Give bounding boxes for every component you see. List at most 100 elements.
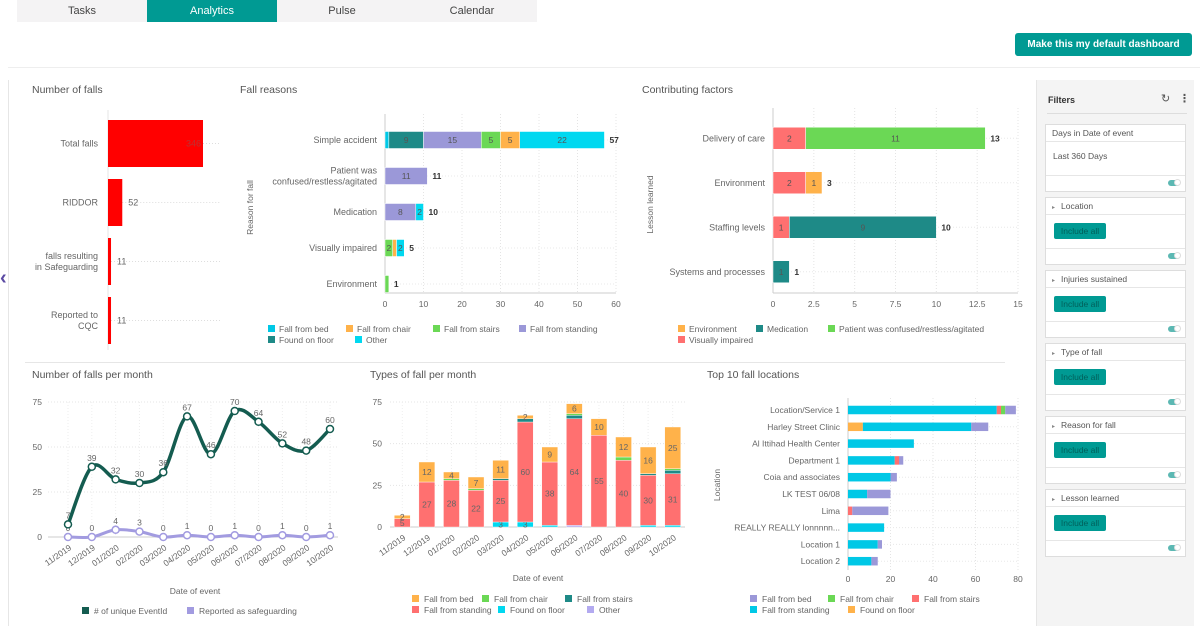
category-label: CQC [78,321,99,331]
legend-item-fall-from-stairs: Fall from stairs [444,324,500,334]
data-label: 1 [328,521,333,531]
expand-caret-icon[interactable]: ▸ [1052,205,1055,211]
make-default-dashboard-button[interactable]: Make this my default dashboard [1015,33,1192,56]
filters-panel: Filters ↻ ⋮ Days in Date of event Last 36… [1036,80,1194,626]
data-label: 67 [182,402,192,412]
bar-segment-fall-from-stairs-2 [996,405,1001,415]
legend-swatch [565,595,572,602]
filter-card-header[interactable]: ▸ Reason for fall [1046,417,1185,434]
filter-label: Lesson learned [1061,493,1120,503]
legend-item-fall-from-stairs: Fall from stairs [924,594,980,604]
legend-item-fall-from-chair: Fall from chair [840,594,894,604]
data-label: 346 [186,139,201,149]
filters-header: Filters ↻ ⋮ [1047,90,1190,114]
filter-toggle[interactable] [1168,398,1181,405]
include-all-button[interactable]: Include all [1054,442,1106,458]
category-label: Medication [333,207,377,217]
bar-segment-fall-from-bed [384,131,390,149]
y-axis-title: Lesson learned [645,175,655,233]
total-label: 3 [827,178,832,188]
tab-analytics[interactable]: Analytics [147,0,277,22]
series-line-reported-as-safeguarding [67,528,331,540]
include-all-button[interactable]: Include all [1054,223,1106,239]
filter-toggle[interactable] [1168,471,1181,478]
tab-calendar[interactable]: Calendar [407,0,537,22]
bar-segment-fall-from-standing [848,472,891,482]
data-label: 7 [66,510,71,520]
bar-segment-other [566,525,583,528]
segment-label: 12 [422,467,432,477]
filter-card-header[interactable]: ▸ Injuries sustained [1046,271,1185,288]
filter-card-reason-for-fall: ▸ Reason for fall Include all [1045,416,1186,484]
segment-label: 27 [422,500,432,510]
data-point [182,412,192,421]
total-label: 57 [609,135,619,145]
filter-card-injuries-sustained: ▸ Injuries sustained Include all [1045,270,1186,338]
filter-card-footer [1046,249,1185,264]
filter-toggle[interactable] [1168,252,1181,259]
expand-caret-icon[interactable]: ▸ [1052,424,1055,430]
x-tick-label: 12.5 [969,299,986,309]
data-label: 1 [185,521,190,531]
segment-label: 31 [668,495,678,505]
segment-label: 4 [449,470,454,480]
bar-segment-found-on-floor [639,525,657,528]
bar-segment-fall-from-standing [848,556,872,566]
segment-label: 2 [417,207,422,217]
expand-caret-icon[interactable]: ▸ [1052,497,1055,503]
category-label: Department 1 [789,455,841,465]
filter-card-body: Include all [1046,434,1185,468]
legend-swatch [268,325,275,332]
more-options-icon[interactable]: ⋮ [1179,92,1190,105]
data-point [301,446,311,455]
chevron-left-icon[interactable]: ‹ [0,268,14,288]
include-all-button[interactable]: Include all [1054,515,1106,531]
legend-swatch [433,325,440,332]
header-divider [8,67,1200,68]
row-divider [25,362,1005,363]
left-divider [8,80,9,626]
filter-card-header[interactable]: ▸ Type of fall [1046,344,1185,361]
filter-card-footer [1046,322,1185,337]
data-point [135,478,144,488]
x-tick-label: 15 [1013,299,1023,309]
filter-card-type-of-fall: ▸ Type of fall Include all [1045,343,1186,411]
data-label: 0 [304,523,309,533]
data-point [254,532,263,542]
bar-segment-fall-from-chair [664,468,681,471]
expand-caret-icon[interactable]: ▸ [1052,351,1055,357]
category-label: Location 1 [801,539,840,549]
filter-card-header[interactable]: Days in Date of event [1046,125,1185,142]
bar-segment-fall-from-chair [615,456,632,461]
refresh-icon[interactable]: ↻ [1161,92,1170,105]
legend-item-fall-from-chair: Fall from chair [494,594,548,604]
bar-segment-fall-from-standing [848,540,878,549]
data-label: 30 [135,469,145,479]
filter-card-header[interactable]: ▸ Location [1046,198,1185,215]
filter-value[interactable]: Last 360 Days [1053,151,1107,161]
include-all-button[interactable]: Include all [1054,296,1106,312]
types-per-month-chart: 02550755211/2019271212/201928401/2020227… [373,397,685,615]
contributing-factors-chart: 0 2.5 5 7.5 10 12.5 15 Lesson learned Delivery o… [645,108,1023,345]
chart-title-contributing-factors: Contributing factors [642,84,734,96]
filter-toggle[interactable] [1168,325,1181,332]
segment-label: 2 [787,133,792,143]
data-point [325,530,335,540]
tab-tasks[interactable]: Tasks [17,0,147,22]
category-label: Location 2 [801,556,840,566]
segment-label: 15 [448,135,458,145]
include-all-button[interactable]: Include all [1054,369,1106,385]
data-label: 52 [278,429,288,439]
bar-segment-fall-from-standing [848,523,885,532]
expand-caret-icon[interactable]: ▸ [1052,278,1055,284]
segment-label: 38 [545,489,555,499]
y-tick-label: 25 [373,480,383,490]
x-tick-label: 7.5 [890,299,902,309]
segment-label: 28 [447,499,457,509]
filter-toggle[interactable] [1168,179,1181,186]
segment-label: 2 [386,243,391,253]
data-point [254,417,263,427]
tab-pulse[interactable]: Pulse [277,0,407,22]
filter-card-header[interactable]: ▸ Lesson learned [1046,490,1185,507]
filter-toggle[interactable] [1168,544,1181,551]
